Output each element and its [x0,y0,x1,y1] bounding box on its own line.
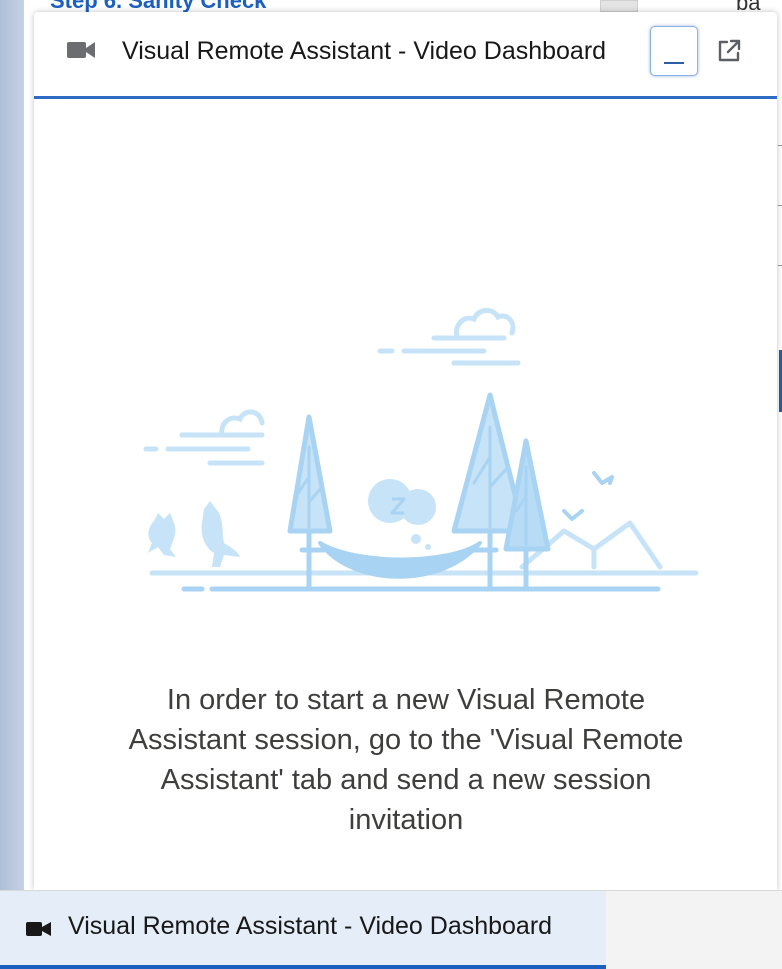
panel-title: Visual Remote Assistant - Video Dashboar… [122,37,607,65]
background-scroll-grip [600,0,638,12]
minimize-icon [664,62,684,64]
popout-button[interactable] [716,38,742,64]
utility-bar: Visual Remote Assistant - Video Dashboar… [0,890,782,969]
background-page-edge [0,0,24,890]
background-divider [778,265,782,266]
background-divider [778,205,782,206]
utility-item-label: Visual Remote Assistant - Video Dashboar… [68,912,553,940]
minimize-button[interactable] [650,26,698,76]
background-right-column [778,0,782,890]
empty-state-message: In order to start a new Visual Remote As… [128,684,684,836]
utility-item-video-dashboard[interactable]: Visual Remote Assistant - Video Dashboar… [0,891,606,969]
popout-icon [718,39,741,62]
utility-panel: Visual Remote Assistant - Video Dashboar… [34,12,777,890]
empty-state-hammock-illustration [143,308,699,592]
video-camera-icon [26,921,52,942]
video-camera-icon [66,40,96,65]
panel-header: Visual Remote Assistant - Video Dashboar… [34,12,777,99]
background-divider [778,145,782,146]
